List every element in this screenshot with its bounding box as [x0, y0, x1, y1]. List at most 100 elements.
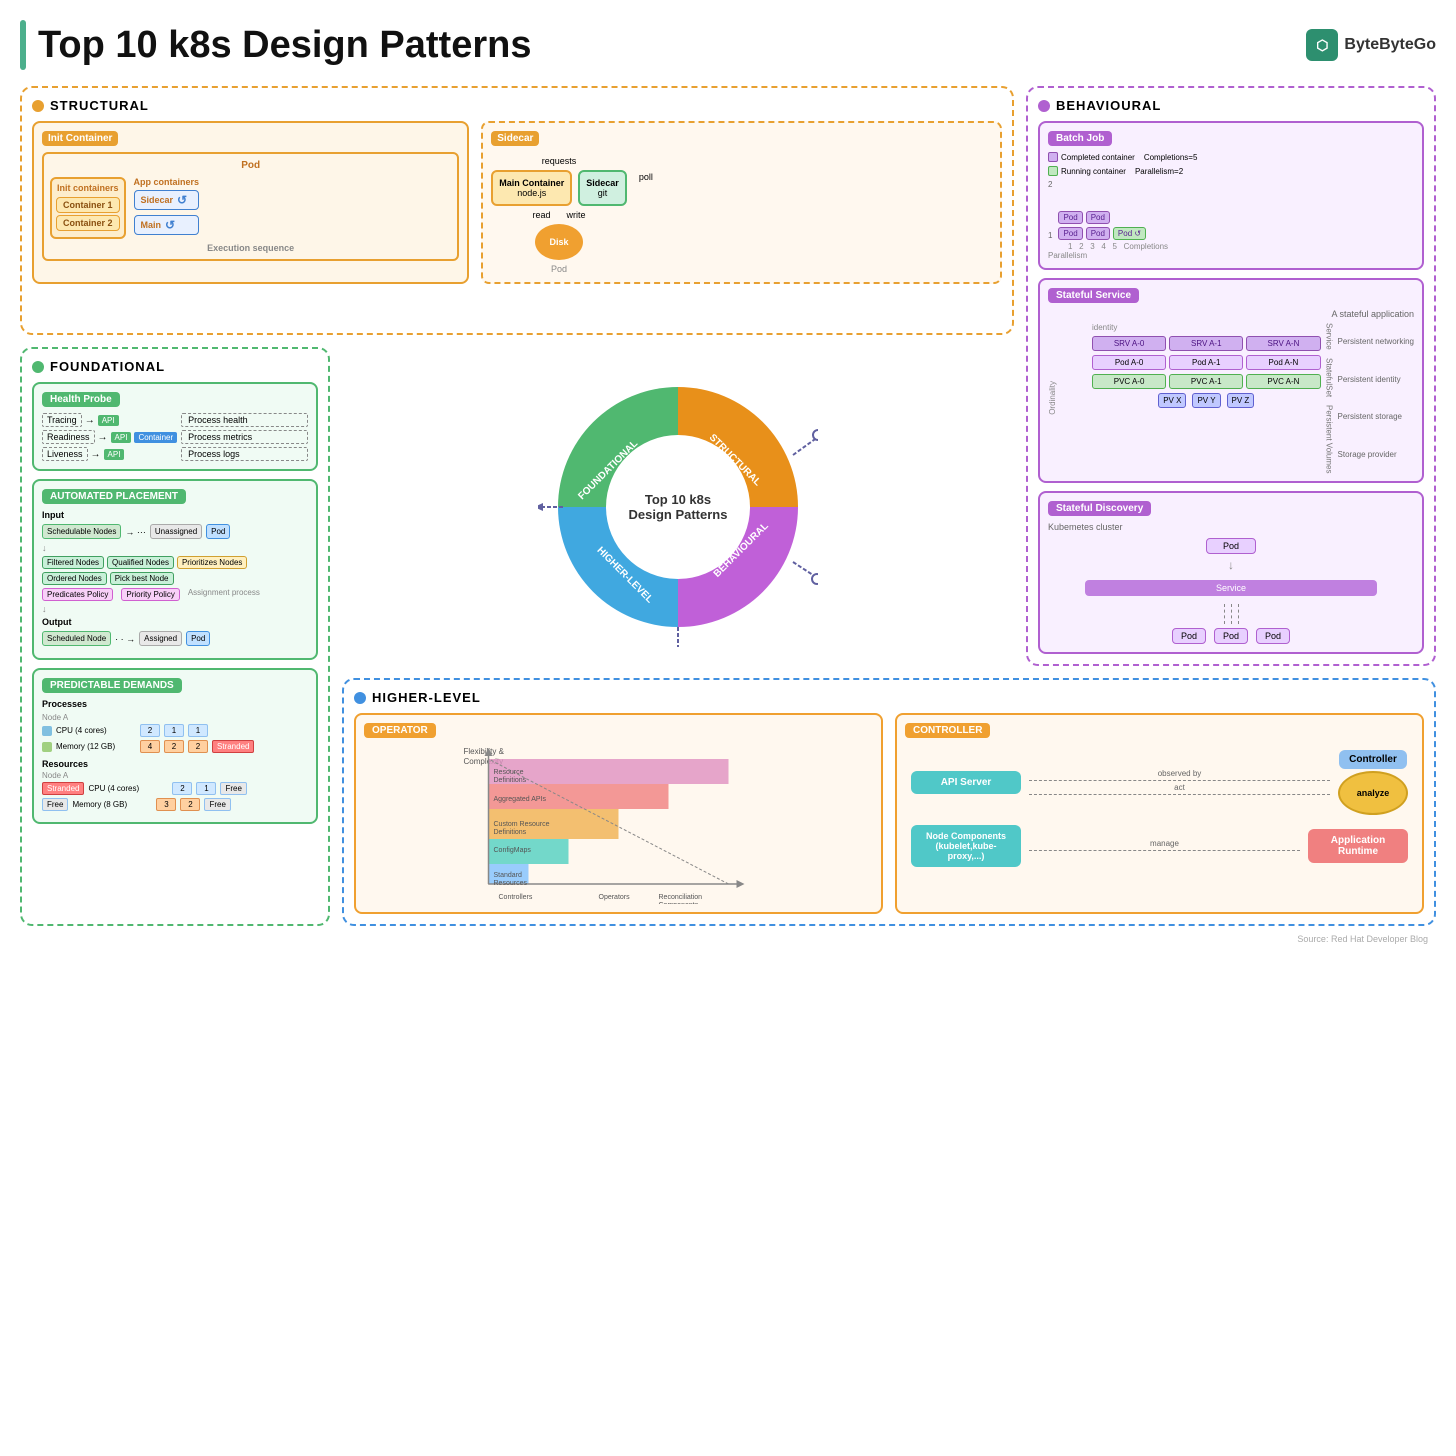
crd-label: Custom Resource	[494, 821, 550, 828]
higher-level-dot	[354, 692, 366, 704]
cpu-res2: 1	[196, 782, 216, 795]
foundational-dot	[32, 361, 44, 373]
schedulable-box: Schedulable Nodes	[42, 524, 121, 539]
readiness-row: Readiness → API Container	[42, 430, 177, 444]
x-arrowhead	[737, 880, 745, 888]
operator-chart: Flexibility & Complexity	[364, 744, 873, 904]
input-label: Input	[42, 510, 308, 520]
pod-1-3: Pod ↺	[1113, 227, 1146, 240]
batch-bars: Pod Pod Pod Pod Pod ↺	[1058, 211, 1146, 240]
node-a-label1: Node A	[42, 713, 308, 722]
disc-pod2: Pod	[1214, 628, 1248, 644]
pv-z: PV Z	[1227, 393, 1255, 408]
pv-y: PV Y	[1192, 393, 1220, 408]
stranded-val: Stranded	[212, 740, 254, 753]
api-server-box: API Server	[911, 771, 1021, 794]
persistent-labels: Persistent networking Persistent identit…	[1338, 323, 1414, 473]
arrow-down2: ↓	[42, 604, 308, 614]
pick-best-node: Pick best Node	[110, 572, 174, 585]
filtered-nodes: Filtered Nodes	[42, 556, 104, 569]
pod-1-1: Pod	[1058, 227, 1082, 240]
srv-grid: SRV A-0 SRV A-1 SRV A-N	[1092, 336, 1321, 351]
disk-shape: Disk	[535, 224, 583, 260]
mem-free: Free	[204, 798, 230, 811]
batch-chart-area: 2 1 Pod Pod Pod Pod Pod ↺	[1048, 180, 1414, 240]
completed-legend: Completed container Completions=5	[1048, 152, 1197, 162]
predictable-label: PREDICTABLE DEMANDS	[42, 678, 182, 693]
structural-inner: Init Container Pod Init containers Conta…	[32, 121, 1002, 284]
rotate-icon2: ↺	[165, 218, 175, 232]
assigned-box: Assigned	[139, 631, 182, 646]
node-components-box: Node Components (kubelet,kube-proxy,...)	[911, 825, 1021, 867]
dashed-arrow-out: · · →	[115, 634, 135, 644]
controllers-x-label: Controllers	[499, 894, 533, 901]
cpu-val2: 1	[164, 724, 184, 737]
mem-val1: 4	[140, 740, 160, 753]
higher-level-section-label: HIGHER-LEVEL	[354, 690, 1424, 705]
container-badge: Container	[134, 432, 177, 443]
operator-label: OPERATOR	[364, 723, 436, 738]
crd-label2: Definitions	[494, 829, 527, 836]
logo-icon: ⬡	[1306, 29, 1338, 61]
qualified-nodes: Qualified Nodes	[107, 556, 174, 569]
api-badge2: API	[111, 432, 132, 443]
arrow-input: → ···	[125, 527, 146, 537]
section-higher-level: HIGHER-LEVEL OPERATOR Flexibility & Comp…	[342, 678, 1436, 926]
page-title: Top 10 k8s Design Patterns	[38, 24, 531, 67]
cpu-val1: 2	[140, 724, 160, 737]
init-container-label: Init Container	[42, 131, 118, 146]
cpu-label2: CPU (4 cores)	[88, 784, 168, 793]
stateful-rows: identity SRV A-0 SRV A-1 SRV A-N Pod A-0…	[1092, 323, 1321, 473]
cpu-res1: 2	[172, 782, 192, 795]
controller-right: Controller analyze	[1338, 750, 1408, 815]
pod-a1: Pod A-1	[1169, 355, 1243, 370]
dot-structural	[813, 430, 818, 440]
init-cont-label: Init containers	[56, 183, 120, 193]
pod-green: Pod	[206, 524, 230, 539]
node-row: Filtered Nodes Qualified Nodes Prioritiz…	[42, 556, 308, 585]
init-container-section: Init Container Pod Init containers Conta…	[32, 121, 469, 284]
sidecar-section: Sidecar requests Main Container node.js …	[481, 121, 1002, 284]
arrow-behavioural	[793, 562, 816, 577]
main-grid: STRUCTURAL Init Container Pod Init conta…	[20, 86, 1436, 926]
sidecar-right: poll	[639, 156, 653, 182]
pred-cpu-row: CPU (4 cores) 2 1 1	[42, 724, 308, 737]
pod-inner: Init containers Container 1 Container 2 …	[50, 177, 451, 239]
unassigned-box: Unassigned	[150, 524, 202, 539]
priority-policy: Priority Policy	[121, 588, 179, 601]
standard-res-label: Standard	[494, 872, 523, 879]
arrow2: →	[98, 432, 108, 443]
service-rlabel: Service	[1325, 323, 1334, 350]
batch-legend2: Running container Parallelism=2	[1048, 166, 1414, 176]
read-label: read	[533, 210, 551, 220]
operator-box: OPERATOR Flexibility & Complexity	[354, 713, 883, 914]
batch-legend: Completed container Completions=5	[1048, 152, 1414, 162]
pvc-grid: PVC A-0 PVC A-1 PVC A-N	[1092, 374, 1321, 389]
api-badge1: API	[98, 415, 119, 426]
srv-an: SRV A-N	[1246, 336, 1320, 351]
section-foundational: FOUNDATIONAL Health Probe Tracing → API …	[20, 347, 330, 926]
pv-x: PV X	[1158, 393, 1186, 408]
container2: Container 2	[56, 215, 120, 231]
dashed-line3	[1238, 604, 1239, 624]
controller-diagram: API Server observed by act Controller an…	[905, 744, 1414, 873]
disc-pod3: Pod	[1256, 628, 1290, 644]
resources-label: Resources	[42, 759, 308, 769]
batch-job-label: Batch Job	[1048, 131, 1112, 146]
title-accent-bar	[20, 20, 26, 70]
policy-row: Predicates Policy Priority Policy Assign…	[42, 588, 308, 601]
disc-arrows	[1224, 604, 1239, 624]
res-def-label: Resource	[494, 769, 524, 776]
source-text: Source: Red Hat Developer Blog	[20, 934, 1436, 944]
res-mem-row: Free Memory (8 GB) 3 2 Free	[42, 798, 308, 811]
main-container-box: Main Container node.js	[491, 170, 572, 206]
app-cont-label: App containers	[134, 177, 200, 187]
res-def-label2: Definitions	[494, 777, 527, 784]
mem-val3: 2	[188, 740, 208, 753]
sidecar-item: Sidecar ↺	[134, 190, 200, 210]
output-row: Scheduled Node · · → Assigned Pod	[42, 631, 308, 646]
center-section: STRUCTURAL BEHAVIOURAL HIGHER-LEVEL FOUN…	[342, 347, 1014, 666]
manage-label: manage	[1150, 839, 1179, 848]
arrow-down: ↓	[42, 543, 308, 553]
assignment-process: Assignment process	[188, 588, 260, 601]
